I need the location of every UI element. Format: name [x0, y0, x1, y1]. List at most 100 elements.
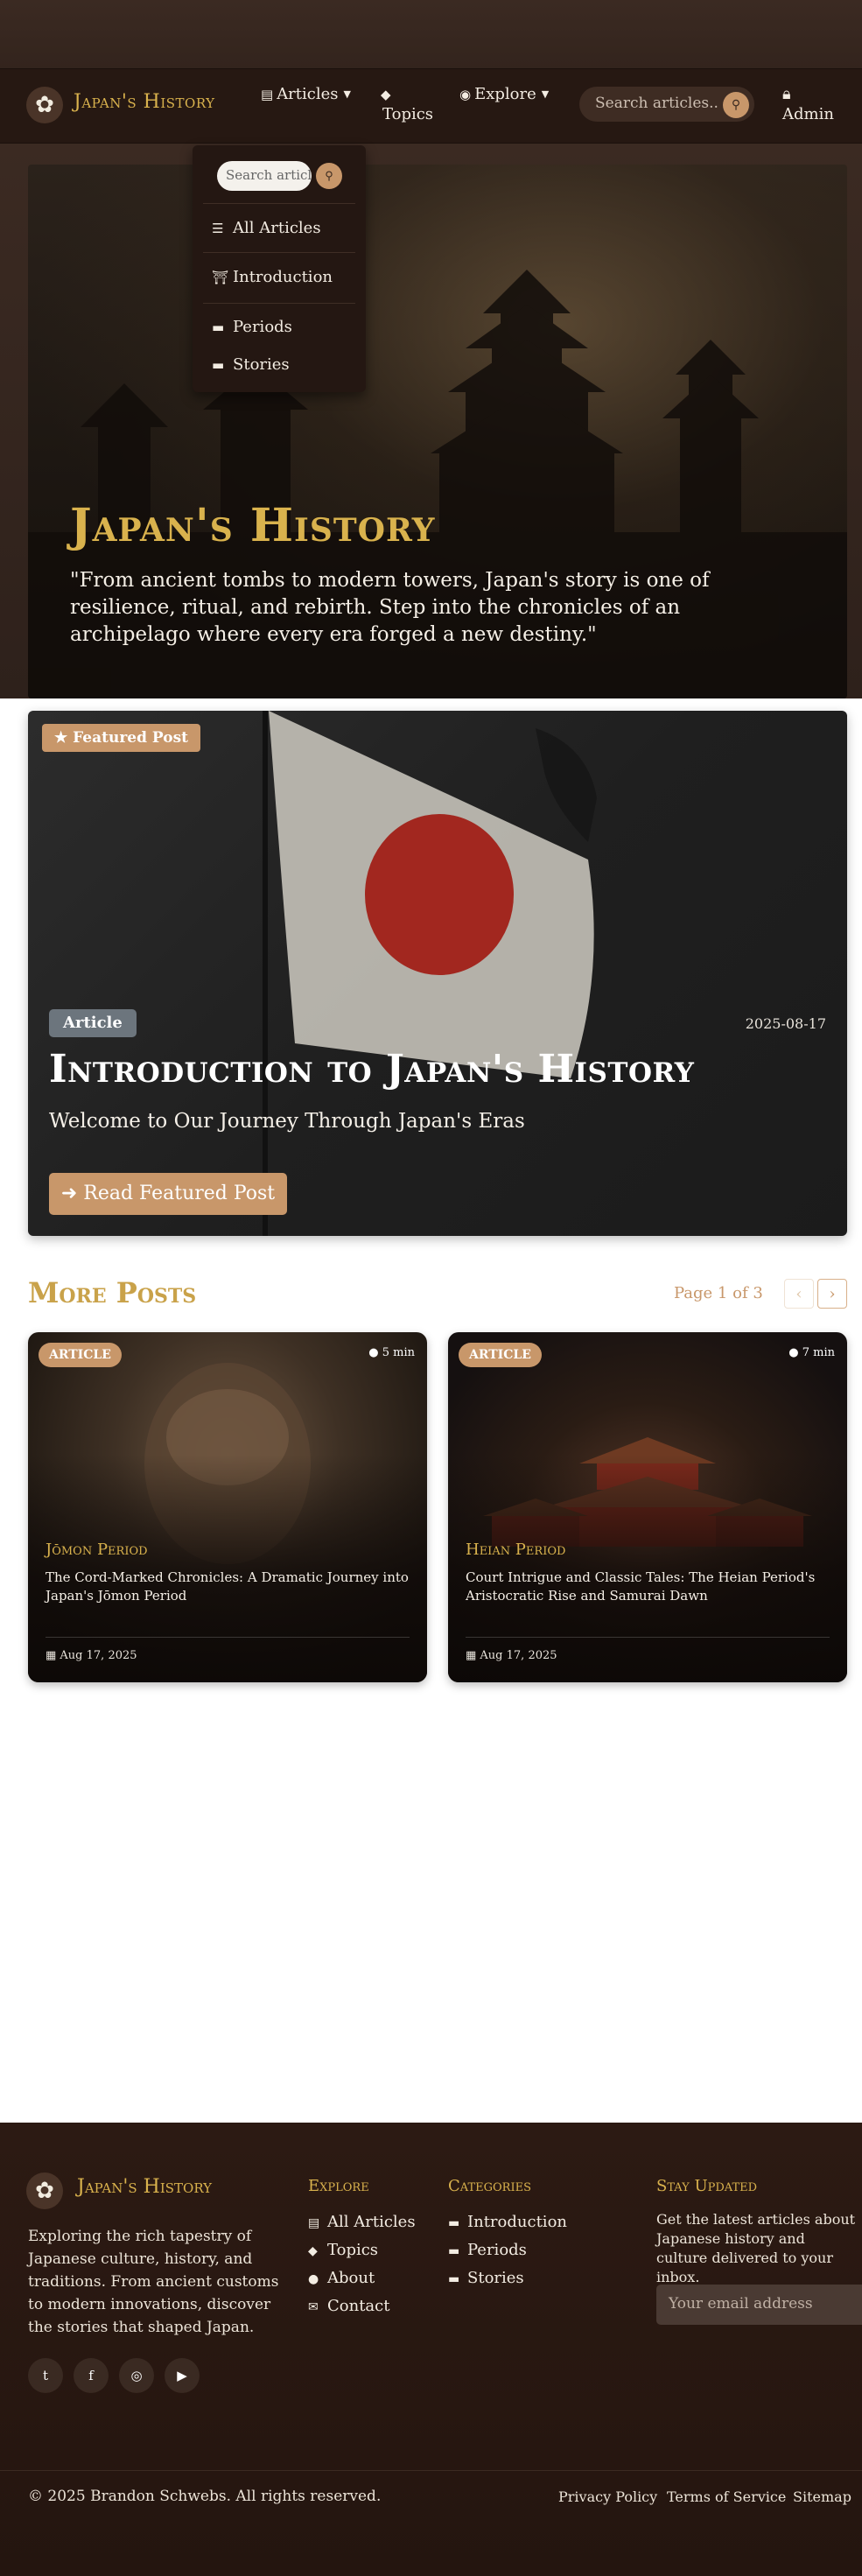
featured-date: 2025-08-17	[745, 1015, 826, 1032]
next-page-button[interactable]: ›	[817, 1279, 847, 1309]
nav-explore[interactable]: ◉ Explore ▼	[459, 85, 549, 104]
arrow-right-icon: ➜	[60, 1183, 84, 1204]
envelope-icon: ✉	[308, 2300, 319, 2314]
user-icon: ●	[308, 2272, 319, 2286]
footer-link-introduction[interactable]: ▬ Introduction	[448, 2213, 567, 2231]
read-time-label: 5 min	[382, 1346, 415, 1359]
card-date-label: Aug 17, 2025	[480, 1649, 557, 1662]
footer-link-label: Stories	[467, 2269, 524, 2287]
footer-brand-name[interactable]: Japan's History	[77, 2176, 287, 2198]
read-time-label: 7 min	[802, 1346, 835, 1359]
footer-link-terms[interactable]: Terms of Service	[667, 2488, 786, 2505]
nav-admin[interactable]: Admin	[782, 105, 834, 124]
youtube-icon[interactable]: ▶	[165, 2358, 200, 2393]
nav-explore-label: Explore	[474, 85, 536, 103]
card-date: ▦ Aug 17, 2025	[466, 1649, 557, 1662]
footer-link-privacy[interactable]: Privacy Policy	[558, 2488, 657, 2505]
articles-dropdown-menu: Search articles... ⚲ ☰ All Articles ⛩︎ Int…	[193, 145, 366, 392]
card-type-badge: ARTICLE	[39, 1343, 122, 1367]
featured-badge-label: Featured Post	[73, 729, 189, 747]
instagram-icon[interactable]: ◎	[119, 2358, 154, 2393]
newsletter-email-input[interactable]: Your email address	[656, 2285, 862, 2325]
dropdown-item-stories[interactable]: ▬ Stories	[212, 355, 290, 374]
footer-link-about[interactable]: ● About	[308, 2269, 375, 2287]
search-icon[interactable]: ⚲	[316, 163, 342, 189]
tag-icon: ◆	[381, 87, 391, 102]
folder-icon: ▬	[448, 2272, 460, 2286]
footer-link-all-articles[interactable]: ▤ All Articles	[308, 2213, 416, 2231]
nav-search: Search articles... ⚲	[579, 87, 754, 122]
read-featured-label: Read Featured Post	[83, 1183, 276, 1204]
chevron-right-icon: ›	[829, 1284, 836, 1303]
read-featured-post-button[interactable]: ➜ Read Featured Post	[49, 1173, 287, 1215]
footer-copyright: © 2025 Brandon Schwebs. All rights reser…	[28, 2488, 382, 2505]
clock-icon: ●	[368, 1346, 382, 1359]
footer-explore-heading: Explore	[308, 2177, 369, 2195]
brand-logo[interactable]: ✿	[26, 87, 63, 123]
dropdown-search-input[interactable]: Search articles...	[217, 161, 312, 191]
dropdown-divider	[203, 203, 355, 204]
card-title[interactable]: The Cord-Marked Chronicles: A Dramatic J…	[46, 1569, 413, 1605]
lock-icon: 🔒︎	[782, 85, 791, 103]
calendar-icon: ▦	[466, 1649, 480, 1662]
footer-link-periods[interactable]: ▬ Periods	[448, 2241, 527, 2259]
footer-link-label: About	[327, 2269, 375, 2287]
chevron-left-icon: ‹	[795, 1284, 802, 1303]
footer-link-label: Contact	[327, 2297, 390, 2315]
card-divider	[466, 1637, 830, 1638]
compass-icon: ◉	[459, 87, 472, 102]
read-time: ● 7 min	[788, 1346, 835, 1359]
dropdown-item-all-articles[interactable]: ☰ All Articles	[212, 219, 321, 237]
dropdown-divider	[203, 303, 355, 304]
card-date: ▦ Aug 17, 2025	[46, 1649, 137, 1662]
footer-newsletter-text: Get the latest articles about Japanese h…	[656, 2211, 856, 2285]
folder-icon: ▬	[448, 2216, 460, 2230]
featured-post-card[interactable]	[28, 711, 847, 1236]
footer-link-topics[interactable]: ◆ Topics	[308, 2241, 378, 2259]
dropdown-item-label: All Articles	[233, 219, 321, 237]
nav-articles[interactable]: ▤ Articles ▼	[261, 85, 351, 104]
post-card[interactable]: ARTICLE ● 7 min Heian Period Court Intri…	[448, 1332, 847, 1682]
top-texture-band	[0, 0, 862, 68]
card-period: Heian Period	[466, 1541, 566, 1559]
previous-page-button[interactable]: ‹	[784, 1279, 814, 1309]
footer-link-label: Topics	[327, 2241, 379, 2259]
dropdown-item-label: Stories	[233, 355, 290, 374]
footer-link-label: Introduction	[467, 2213, 567, 2231]
chevron-down-icon: ▼	[541, 88, 550, 100]
footer-description: Exploring the rich tapestry of Japanese …	[28, 2228, 279, 2336]
search-icon[interactable]: ⚲	[723, 92, 749, 118]
footer-categories-heading: Categories	[448, 2177, 531, 2195]
clock-icon: ●	[788, 1346, 802, 1359]
card-divider	[46, 1637, 410, 1638]
dropdown-item-introduction[interactable]: ⛩︎ Introduction	[212, 268, 333, 286]
card-period: Jōmon Period	[46, 1541, 148, 1559]
footer-newsletter-heading: Stay Updated	[656, 2177, 758, 2195]
book-icon: ▤	[261, 87, 274, 102]
featured-subtitle: Welcome to Our Journey Through Japan's E…	[49, 1110, 525, 1133]
twitter-icon[interactable]: t	[28, 2358, 63, 2393]
nav-topics-icon-wrap: ◆	[381, 85, 395, 104]
page-indicator: Page 1 of 3	[674, 1284, 763, 1302]
brand-name[interactable]: Japan's History	[74, 91, 249, 113]
more-posts-heading: More Posts	[28, 1276, 197, 1309]
footer-link-label: Periods	[467, 2241, 527, 2259]
footer-link-stories[interactable]: ▬ Stories	[448, 2269, 524, 2287]
post-card[interactable]: ARTICLE ● 5 min Jōmon Period The Cord-Ma…	[28, 1332, 427, 1682]
nav-topics[interactable]: Topics	[382, 105, 433, 124]
footer-logo[interactable]: ✿	[26, 2172, 63, 2209]
footer-divider	[0, 2470, 862, 2471]
footer-link-contact[interactable]: ✉ Contact	[308, 2297, 389, 2315]
card-date-label: Aug 17, 2025	[60, 1649, 137, 1662]
list-icon: ☰	[212, 221, 224, 236]
footer-link-label: All Articles	[327, 2213, 416, 2231]
card-title[interactable]: Court Intrigue and Classic Tales: The He…	[466, 1569, 833, 1605]
book-icon: ▤	[308, 2216, 320, 2230]
featured-title[interactable]: Introduction to Japan's History	[49, 1047, 819, 1091]
dropdown-item-label: Introduction	[233, 268, 333, 286]
nav-search-input[interactable]: Search articles...	[595, 95, 718, 112]
dropdown-item-periods[interactable]: ▬ Periods	[212, 318, 292, 336]
footer-link-sitemap[interactable]: Sitemap	[793, 2488, 851, 2505]
facebook-icon[interactable]: f	[74, 2358, 109, 2393]
folder-icon: ▬	[212, 319, 225, 335]
